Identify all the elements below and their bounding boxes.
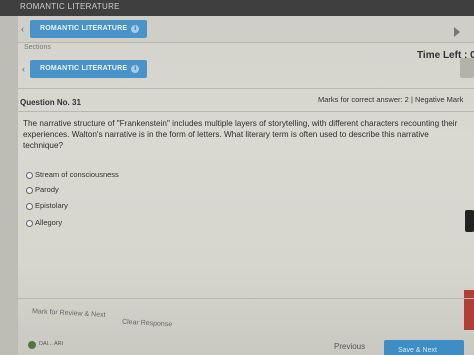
option-allegory[interactable]: Allegory: [26, 218, 62, 227]
radio-button[interactable]: [26, 171, 33, 179]
top-title: ROMANTIC LITERATURE: [20, 2, 120, 11]
chevron-left-icon[interactable]: ‹: [21, 24, 24, 34]
save-and-next-label: Save & Next: [398, 347, 437, 354]
divider: [18, 42, 474, 43]
left-strip: [0, 16, 18, 355]
divider: [18, 88, 474, 89]
option-stream-of-consciousness[interactable]: Stream of consciousness: [26, 170, 119, 179]
tab-label: ROMANTIC LITERATURE: [40, 25, 128, 32]
clear-response-button[interactable]: Clear Response: [122, 319, 173, 329]
section-tab-label: ROMANTIC LITERATURE: [40, 65, 128, 72]
option-label: Epistolary: [35, 201, 68, 210]
tab-romantic-literature[interactable]: ROMANTIC LITERATURE i: [30, 20, 148, 38]
side-tab-red[interactable]: [464, 290, 474, 330]
save-and-next-button[interactable]: Save & Next: [384, 340, 464, 355]
divider: [18, 298, 474, 299]
play-arrow-icon[interactable]: [454, 27, 460, 37]
sections-label: Sections: [24, 44, 51, 51]
user-name: DAI... ARI: [39, 341, 64, 347]
marks-info: Marks for correct answer: 2 | Negative M…: [318, 95, 464, 104]
chevron-left-icon[interactable]: ‹: [22, 64, 25, 74]
option-epistolary[interactable]: Epistolary: [26, 201, 68, 210]
question-number: Question No. 31: [20, 98, 81, 107]
avatar: [28, 341, 36, 349]
exam-screen: ROMANTIC LITERATURE ‹ ROMANTIC LITERATUR…: [0, 0, 474, 355]
divider: [18, 111, 474, 112]
radio-button[interactable]: [26, 202, 33, 210]
previous-button[interactable]: Previous: [334, 342, 365, 351]
option-label: Stream of consciousness: [35, 170, 119, 179]
section-tab-romantic-literature[interactable]: ROMANTIC LITERATURE i: [30, 60, 148, 78]
top-bar: ROMANTIC LITERATURE: [0, 0, 474, 16]
scrollbar-thumb[interactable]: [465, 210, 474, 232]
expand-panel-button[interactable]: [460, 58, 474, 78]
info-icon[interactable]: i: [131, 65, 140, 73]
mark-for-review-button[interactable]: Mark for Review & Next: [32, 308, 106, 319]
option-label: Allegory: [35, 218, 63, 227]
radio-button[interactable]: [26, 186, 33, 194]
question-text: The narrative structure of "Frankenstein…: [23, 119, 458, 150]
option-label: Parody: [35, 185, 59, 194]
option-parody[interactable]: Parody: [26, 185, 59, 194]
info-icon[interactable]: i: [131, 25, 140, 33]
radio-button[interactable]: [26, 219, 33, 227]
